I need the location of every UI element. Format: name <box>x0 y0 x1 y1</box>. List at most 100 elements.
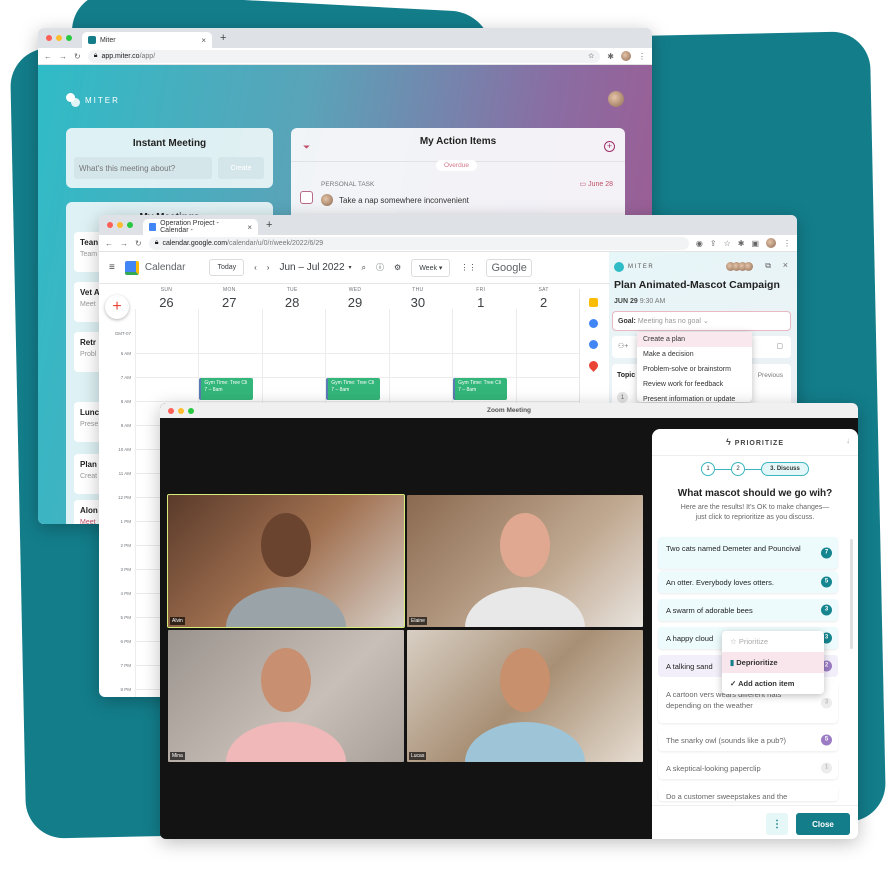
close-tab-icon[interactable]: × <box>201 36 206 45</box>
url-field[interactable]: 🔒︎ calendar.google.com/calendar/u/0/r/wee… <box>148 236 689 250</box>
extensions-icon[interactable]: ✱ <box>738 239 745 248</box>
goal-option[interactable]: Make a decision <box>637 347 752 362</box>
share-icon[interactable]: ⇪ <box>710 239 717 248</box>
popout-icon[interactable]: ⧉ <box>765 261 771 271</box>
back-icon[interactable]: ← <box>105 239 113 248</box>
reload-icon[interactable]: ↻ <box>135 239 142 248</box>
chevron-down-icon[interactable]: ▾ <box>349 264 352 271</box>
menu-add-action-item[interactable]: ✓ Add action item <box>722 673 824 694</box>
day-header[interactable]: FRI 1 <box>449 287 512 310</box>
options-scrollbar[interactable] <box>850 539 853 649</box>
goal-selector[interactable]: Goal: Meeting has no goal ⌄ <box>612 311 791 331</box>
maximize-window-button[interactable] <box>66 35 72 41</box>
task-text[interactable]: Take a nap somewhere inconvenient <box>339 196 469 205</box>
menu-prioritize[interactable]: ☆ Prioritize <box>722 631 824 652</box>
menu-deprioritize[interactable]: ▮ Deprioritize <box>722 652 824 673</box>
profile-avatar[interactable] <box>766 238 776 248</box>
participant-video-tile[interactable]: Lucas <box>407 630 643 762</box>
sidepanel-icon[interactable]: ▣ <box>751 239 759 248</box>
forward-icon[interactable]: → <box>120 239 128 248</box>
participant-video-tile[interactable]: Mina <box>168 630 404 762</box>
close-window-button[interactable] <box>107 222 113 228</box>
more-options-button[interactable]: ⋮ <box>766 813 788 835</box>
apps-grid-icon[interactable]: ⋮⋮ <box>460 263 476 272</box>
browser-menu-icon[interactable]: ⋮ <box>638 52 646 61</box>
create-button[interactable]: Create <box>218 157 264 179</box>
calendar-event[interactable]: Gym Time: Tree Cli 7 – 8am <box>326 378 381 400</box>
zoom-title-bar: Zoom Meeting <box>160 403 858 418</box>
option-item[interactable]: The snarky owl (sounds like a pub?) 5 <box>658 729 838 751</box>
comment-icon[interactable]: ▢ <box>776 342 783 350</box>
minimize-window-button[interactable] <box>56 35 62 41</box>
reload-icon[interactable]: ↻ <box>74 52 81 61</box>
minimize-window-button[interactable] <box>117 222 123 228</box>
profile-avatar[interactable] <box>621 51 631 61</box>
add-action-item-icon[interactable]: + <box>604 141 615 152</box>
maximize-window-button[interactable] <box>127 222 133 228</box>
goal-option[interactable]: Present information or update <box>637 392 752 402</box>
browser-tab-miter[interactable]: Miter × <box>82 32 212 48</box>
date-range-label[interactable]: Jun – Jul 2022 <box>279 262 344 273</box>
calendar-favicon-icon <box>149 223 157 231</box>
step-1[interactable]: 1 <box>701 462 715 476</box>
today-button[interactable]: Today <box>209 259 245 276</box>
filter-icon[interactable]: ⏷ <box>303 142 310 153</box>
day-header[interactable]: MON 27 <box>198 287 261 310</box>
create-event-button[interactable]: + <box>105 295 129 319</box>
new-tab-button[interactable]: + <box>266 219 272 231</box>
goal-option[interactable]: Create a plan <box>637 332 752 347</box>
add-person-icon[interactable]: ⚇+ <box>618 343 628 350</box>
option-item[interactable]: An otter. Everybody loves otters. 5 <box>658 571 838 593</box>
google-account-button[interactable]: Google <box>486 258 532 277</box>
option-item[interactable]: A skeptical-looking paperclip 1 <box>658 757 838 779</box>
collapse-arrow-icon[interactable]: ↓ <box>846 436 850 445</box>
url-field[interactable]: 🔒︎ app.miter.co/app/☆ <box>87 49 601 63</box>
option-item[interactable]: Do a customer sweepstakes and the <box>658 785 838 801</box>
meeting-topic-input[interactable] <box>74 157 212 179</box>
step-3-discuss[interactable]: 3. Discuss <box>761 462 809 476</box>
day-header[interactable]: SUN 26 <box>135 287 198 310</box>
day-header[interactable]: SAT 2 <box>512 287 575 310</box>
step-2[interactable]: 2 <box>731 462 745 476</box>
extensions-icon[interactable]: ✱ <box>607 52 614 61</box>
attendee-avatars[interactable] <box>726 262 753 271</box>
back-icon[interactable]: ← <box>44 52 52 61</box>
option-item[interactable]: A swarm of adorable bees 3 <box>658 599 838 621</box>
prev-week-icon[interactable]: ‹ <box>254 263 257 272</box>
keep-icon[interactable] <box>589 298 598 307</box>
close-window-button[interactable] <box>46 35 52 41</box>
close-button[interactable]: Close <box>796 813 850 835</box>
participant-name: Mina <box>170 752 185 760</box>
maps-icon[interactable] <box>587 359 600 372</box>
contacts-icon[interactable] <box>589 340 598 349</box>
help-icon[interactable]: ⓘ <box>376 262 384 273</box>
settings-gear-icon[interactable]: ⚙ <box>394 263 401 272</box>
participant-video-tile[interactable]: Alvin <box>167 494 405 628</box>
eye-icon[interactable]: ◉ <box>696 239 703 248</box>
search-icon[interactable]: ⌕ <box>362 263 366 273</box>
view-selector[interactable]: Week ▾ <box>411 258 451 277</box>
browser-menu-icon[interactable]: ⋮ <box>783 239 791 248</box>
calendar-event[interactable]: Gym Time: Tree Cli 7 – 8am <box>453 378 508 400</box>
new-tab-button[interactable]: + <box>220 32 226 44</box>
bookmark-star-icon[interactable]: ☆ <box>724 239 731 248</box>
tasks-icon[interactable] <box>589 319 598 328</box>
bookmark-star-icon[interactable]: ☆ <box>588 52 594 60</box>
previous-button[interactable]: Previous <box>758 372 783 379</box>
task-checkbox[interactable] <box>300 191 313 204</box>
close-sidebar-icon[interactable]: × <box>783 260 788 270</box>
calendar-event[interactable]: Gym Time: Tree Cli 7 – 8am <box>199 378 254 400</box>
goal-option[interactable]: Review work for feedback <box>637 377 752 392</box>
goal-option[interactable]: Problem-solve or brainstorm <box>637 362 752 377</box>
forward-icon[interactable]: → <box>59 52 67 61</box>
option-item[interactable]: Two cats named Demeter and Pouncival 7 <box>658 537 838 569</box>
browser-tab-calendar[interactable]: Operation Project - Calendar - × <box>143 219 258 235</box>
close-tab-icon[interactable]: × <box>247 223 252 232</box>
next-week-icon[interactable]: › <box>267 263 270 272</box>
day-header[interactable]: THU 30 <box>386 287 449 310</box>
day-header[interactable]: WED 29 <box>324 287 387 310</box>
day-header[interactable]: TUE 28 <box>261 287 324 310</box>
participant-video-tile[interactable]: Elaine <box>407 495 643 627</box>
user-avatar[interactable] <box>608 91 624 107</box>
hamburger-menu-icon[interactable]: ≡ <box>109 262 115 273</box>
